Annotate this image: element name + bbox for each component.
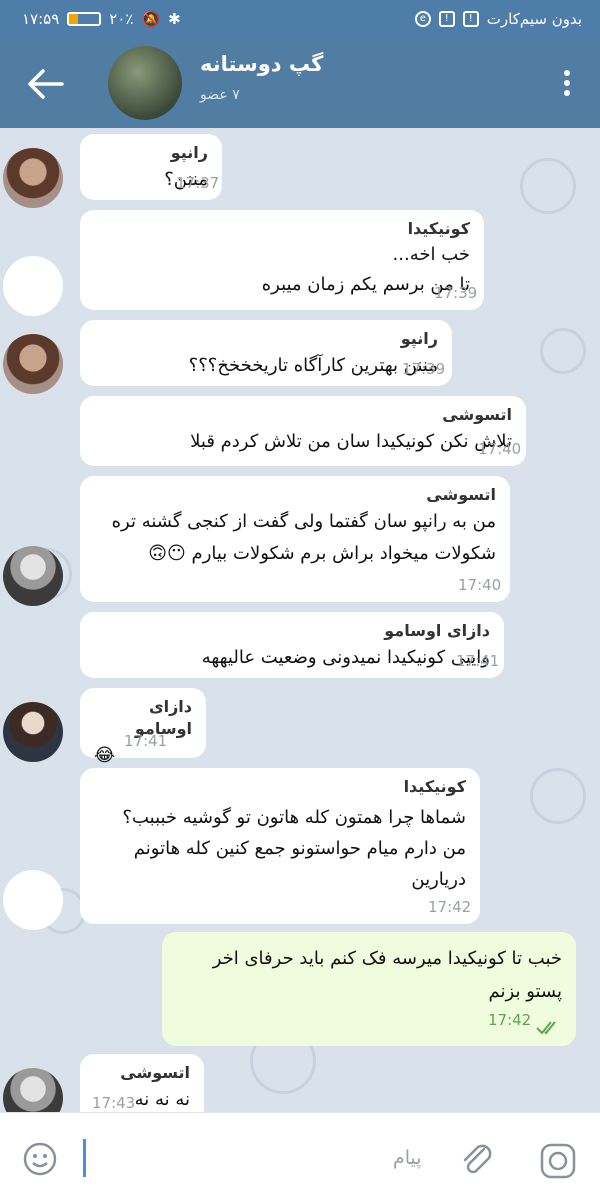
avatar-atsushi[interactable]: [3, 1068, 63, 1112]
back-arrow-icon[interactable]: [26, 66, 66, 102]
message-bubble[interactable]: دازای اوسامو واییی کونیکیدا نمیدونی وضعی…: [80, 612, 504, 678]
avatar-dazai[interactable]: [3, 702, 63, 762]
message-time: 17:43: [92, 1094, 136, 1112]
outgoing-message-bubble[interactable]: خبب تا کونیکیدا میرسه فک کنم باید حرفای …: [162, 932, 576, 1046]
avatar-ranpo[interactable]: [3, 334, 63, 394]
bluetooth-icon: ✱: [168, 10, 181, 28]
camera-icon[interactable]: [538, 1141, 578, 1181]
carrier-text: بدون سیم‌کارت: [486, 10, 582, 28]
message-time: 17:39: [402, 360, 446, 378]
sender-name: رانپو: [170, 143, 208, 162]
message-bubble[interactable]: رانپو مننن؟ 17:37: [80, 134, 222, 200]
message-text: واییی کونیکیدا نمیدونی وضعیت عالیههه: [201, 647, 490, 668]
message-bubble[interactable]: کونیکیدا خب اخه... تا من برسم یکم زمان م…: [80, 210, 484, 310]
message-bubble[interactable]: رانپو مننن بهترین کارآگاه تاریخخخخ؟؟؟ 17…: [80, 320, 452, 386]
status-bar: ۱۷:۵۹ ۲۰٪ 🔕 ✱ بدون سیم‌کارت ! ! e: [0, 0, 600, 40]
sim-alert-icon: !: [462, 11, 479, 27]
sender-name: کونیکیدا: [403, 777, 466, 796]
message-time: 17:40: [478, 440, 522, 458]
sender-name: کونیکیدا: [407, 219, 470, 238]
message-text: من به رانپو سان گفتما ولی گفت از کنجی گش…: [111, 511, 496, 564]
message-time: 17:42: [428, 898, 472, 916]
text-cursor: [83, 1139, 86, 1177]
chat-area[interactable]: رانپو مننن؟ 17:37 کونیکیدا خب اخه... تا …: [0, 128, 600, 1112]
member-count: ۷ عضو: [200, 87, 240, 103]
message-time: 17:42: [488, 1011, 532, 1029]
app-icon: e: [414, 11, 431, 27]
message-text: خبب تا کونیکیدا میرسه فک کنم باید حرفای …: [212, 948, 562, 1002]
message-bubble[interactable]: اتسوشی من به رانپو سان گفتما ولی گفت از …: [80, 476, 510, 602]
message-text: مننن بهترین کارآگاه تاریخخخخ؟؟؟: [188, 355, 438, 376]
avatar-atsushi[interactable]: [3, 546, 63, 606]
message-time: 17:40: [458, 576, 502, 594]
message-text: تلاش نکن کونیکیدا سان من تلاش کردم قبلا: [190, 431, 512, 452]
message-time: 17:37: [176, 174, 220, 192]
message-text: خب اخه... تا من برسم یکم زمان میبره: [261, 244, 470, 295]
message-input-bar: پیام: [0, 1112, 600, 1201]
message-text: شماها چرا همتون کله هاتون تو گوشیه خبببب…: [122, 807, 466, 890]
sender-name: دازای اوسامو: [384, 621, 490, 640]
read-checks-icon: [536, 1021, 556, 1035]
sender-name: اتسوشی: [442, 405, 512, 424]
sender-name: اتسوشی: [120, 1063, 190, 1082]
sender-name: اتسوشی: [426, 485, 496, 504]
message-time: 17:41: [124, 732, 168, 750]
message-bubble[interactable]: اتسوشی نه نه نه 17:43: [80, 1054, 204, 1112]
mute-icon: 🔕: [141, 10, 161, 28]
emoji-icon[interactable]: [22, 1141, 58, 1177]
menu-dots-icon[interactable]: [562, 70, 572, 104]
battery-icon: [67, 12, 102, 26]
chat-header: گپ دوستانه ۷ عضو: [0, 40, 600, 128]
avatar-ranpo[interactable]: [3, 148, 63, 208]
avatar-kunikida[interactable]: [3, 870, 63, 930]
group-title[interactable]: گپ دوستانه: [200, 52, 323, 76]
message-input[interactable]: پیام: [393, 1147, 422, 1169]
notification-icon: !: [438, 11, 455, 27]
message-time: 17:41: [456, 652, 500, 670]
status-time: ۱۷:۵۹: [22, 10, 60, 28]
message-bubble[interactable]: اتسوشی تلاش نکن کونیکیدا سان من تلاش کرد…: [80, 396, 526, 466]
status-right: بدون سیم‌کارت ! ! e: [414, 10, 582, 28]
avatar-kunikida[interactable]: [3, 256, 63, 316]
battery-percent: ۲۰٪: [109, 10, 134, 28]
group-avatar[interactable]: [108, 46, 182, 120]
status-left: ۱۷:۵۹ ۲۰٪ 🔕 ✱: [22, 10, 181, 28]
message-bubble[interactable]: کونیکیدا شماها چرا همتون کله هاتون تو گو…: [80, 768, 480, 924]
sender-name: رانپو: [400, 329, 438, 348]
message-time: 17:39: [434, 284, 478, 302]
message-bubble[interactable]: دازای اوسامو 😂 17:41: [80, 688, 206, 766]
attach-icon[interactable]: [456, 1139, 496, 1179]
